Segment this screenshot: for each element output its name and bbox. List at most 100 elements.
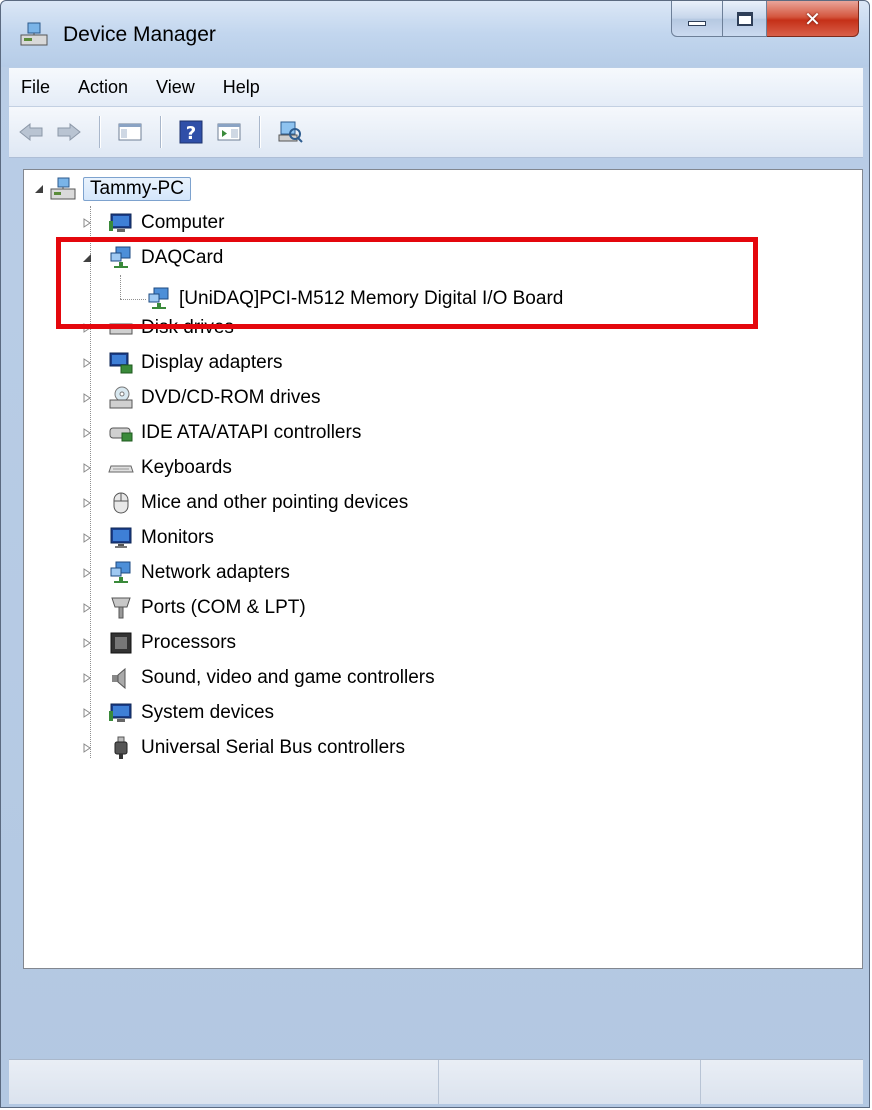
expand-arrow-icon[interactable] (80, 216, 94, 230)
status-bar (9, 1059, 863, 1104)
show-hide-console-tree-button[interactable] (114, 116, 146, 148)
expand-arrow-icon[interactable] (80, 426, 94, 440)
speaker-icon (108, 665, 134, 691)
tree-item-sound-video-game[interactable]: Sound, video and game controllers (80, 661, 435, 695)
expand-arrow-icon[interactable] (80, 636, 94, 650)
display-adapter-icon (108, 350, 134, 376)
minimize-button[interactable] (671, 1, 723, 37)
ide-controller-icon (108, 420, 134, 446)
tree-item-ide-controllers[interactable]: IDE ATA/ATAPI controllers (80, 416, 361, 450)
menu-help[interactable]: Help (209, 77, 274, 98)
maximize-icon (736, 11, 753, 26)
back-button[interactable] (15, 116, 47, 148)
toolbar-separator (259, 116, 260, 148)
expand-arrow-icon[interactable] (80, 391, 94, 405)
tree-item-label: DVD/CD-ROM drives (141, 387, 321, 408)
close-button[interactable]: ✕ (767, 1, 859, 37)
back-icon (19, 122, 43, 142)
tree-item-daqcard[interactable]: DAQCard (80, 241, 223, 275)
dvd-drive-icon (108, 385, 134, 411)
menu-bar: File Action View Help (9, 68, 863, 107)
computer-root-icon (50, 176, 76, 202)
tree-item-label: Keyboards (141, 457, 232, 478)
tree-item-monitors[interactable]: Monitors (80, 521, 214, 555)
scan-hardware-changes-icon (278, 121, 303, 143)
monitor-icon (108, 525, 134, 551)
daq-board-icon (146, 286, 172, 312)
expand-arrow-icon[interactable] (80, 601, 94, 615)
status-cell (9, 1060, 439, 1104)
keyboard-icon (108, 455, 134, 481)
tree-item-label: Universal Serial Bus controllers (141, 737, 405, 758)
expand-arrow-icon[interactable] (80, 741, 94, 755)
tree-item-network-adapters[interactable]: Network adapters (80, 556, 290, 590)
forward-button[interactable] (53, 116, 85, 148)
tree-item-label: System devices (141, 702, 275, 723)
title-bar[interactable]: Device Manager ✕ (1, 1, 869, 67)
tree-root[interactable]: Tammy-PC (32, 172, 191, 206)
system-devices-icon (108, 700, 134, 726)
expand-arrow-icon[interactable] (80, 531, 94, 545)
maximize-button[interactable] (723, 1, 767, 37)
computer-icon (108, 210, 134, 236)
show-hide-action-pane-button[interactable] (213, 116, 245, 148)
tree-item-label: Display adapters (141, 352, 283, 373)
tree-item-mice[interactable]: Mice and other pointing devices (80, 486, 408, 520)
tree-item-label: IDE ATA/ATAPI controllers (141, 422, 362, 443)
help-button[interactable]: ? (175, 116, 207, 148)
svg-text:?: ? (186, 123, 196, 144)
processor-icon (108, 630, 134, 656)
collapse-arrow-icon[interactable] (80, 251, 94, 265)
expand-arrow-icon[interactable] (80, 706, 94, 720)
tree-item-label: Sound, video and game controllers (141, 667, 435, 688)
expand-arrow-icon[interactable] (80, 566, 94, 580)
caption-buttons: ✕ (671, 1, 859, 39)
tree-item-system-devices[interactable]: System devices (80, 696, 274, 730)
window-title: Device Manager (63, 23, 216, 46)
expand-arrow-icon[interactable] (80, 671, 94, 685)
collapse-arrow-icon[interactable] (32, 182, 46, 196)
expand-arrow-icon[interactable] (80, 461, 94, 475)
tree-item-label: Disk drives (141, 317, 234, 338)
expand-arrow-icon[interactable] (80, 321, 94, 335)
status-cell (701, 1060, 863, 1104)
disk-drive-icon (108, 315, 134, 341)
show-hide-console-tree-icon (118, 123, 142, 141)
toolbar-separator (99, 116, 100, 148)
tree-item-processors[interactable]: Processors (80, 626, 236, 660)
tree-item-display-adapters[interactable]: Display adapters (80, 346, 283, 380)
tree-item-label: Computer (141, 212, 225, 233)
tree-item-label: [UniDAQ]PCI-M512 Memory Digital I/O Boar… (179, 288, 564, 309)
expand-arrow-icon[interactable] (80, 356, 94, 370)
network-card-icon (108, 245, 134, 271)
tree-item-label: DAQCard (141, 247, 224, 268)
tree-guide-line (120, 299, 146, 300)
tree-item-keyboards[interactable]: Keyboards (80, 451, 232, 485)
tree-item-disk-drives[interactable]: Disk drives (80, 311, 234, 345)
tree-item-usb-controllers[interactable]: Universal Serial Bus controllers (80, 731, 405, 765)
device-manager-icon (19, 21, 49, 49)
tree-item-ports[interactable]: Ports (COM & LPT) (80, 591, 306, 625)
show-hide-action-pane-icon (217, 123, 241, 141)
expand-arrow-icon[interactable] (80, 496, 94, 510)
tree-item-label: Ports (COM & LPT) (141, 597, 306, 618)
forward-icon (57, 122, 81, 142)
menu-view[interactable]: View (142, 77, 209, 98)
menu-file[interactable]: File (9, 77, 64, 98)
toolbar: ? (9, 107, 863, 158)
minimize-icon (688, 21, 706, 26)
tree-item-dvd-cdrom-drives[interactable]: DVD/CD-ROM drives (80, 381, 320, 415)
device-tree[interactable]: Tammy-PC Computer DAQCard [UniDAQ]PCI-M5… (23, 169, 863, 969)
tree-item-computer[interactable]: Computer (80, 206, 224, 240)
tree-item-label: Network adapters (141, 562, 290, 583)
mouse-icon (108, 490, 134, 516)
tree-item-label: Mice and other pointing devices (141, 492, 409, 513)
device-manager-window: Device Manager ✕ File Action View Help ? (0, 0, 870, 1108)
port-connector-icon (108, 595, 134, 621)
scan-hardware-changes-button[interactable] (274, 116, 306, 148)
tree-item-label: Processors (141, 632, 237, 653)
usb-plug-icon (108, 735, 134, 761)
menu-action[interactable]: Action (64, 77, 142, 98)
network-adapter-icon (108, 560, 134, 586)
close-icon: ✕ (804, 6, 821, 31)
